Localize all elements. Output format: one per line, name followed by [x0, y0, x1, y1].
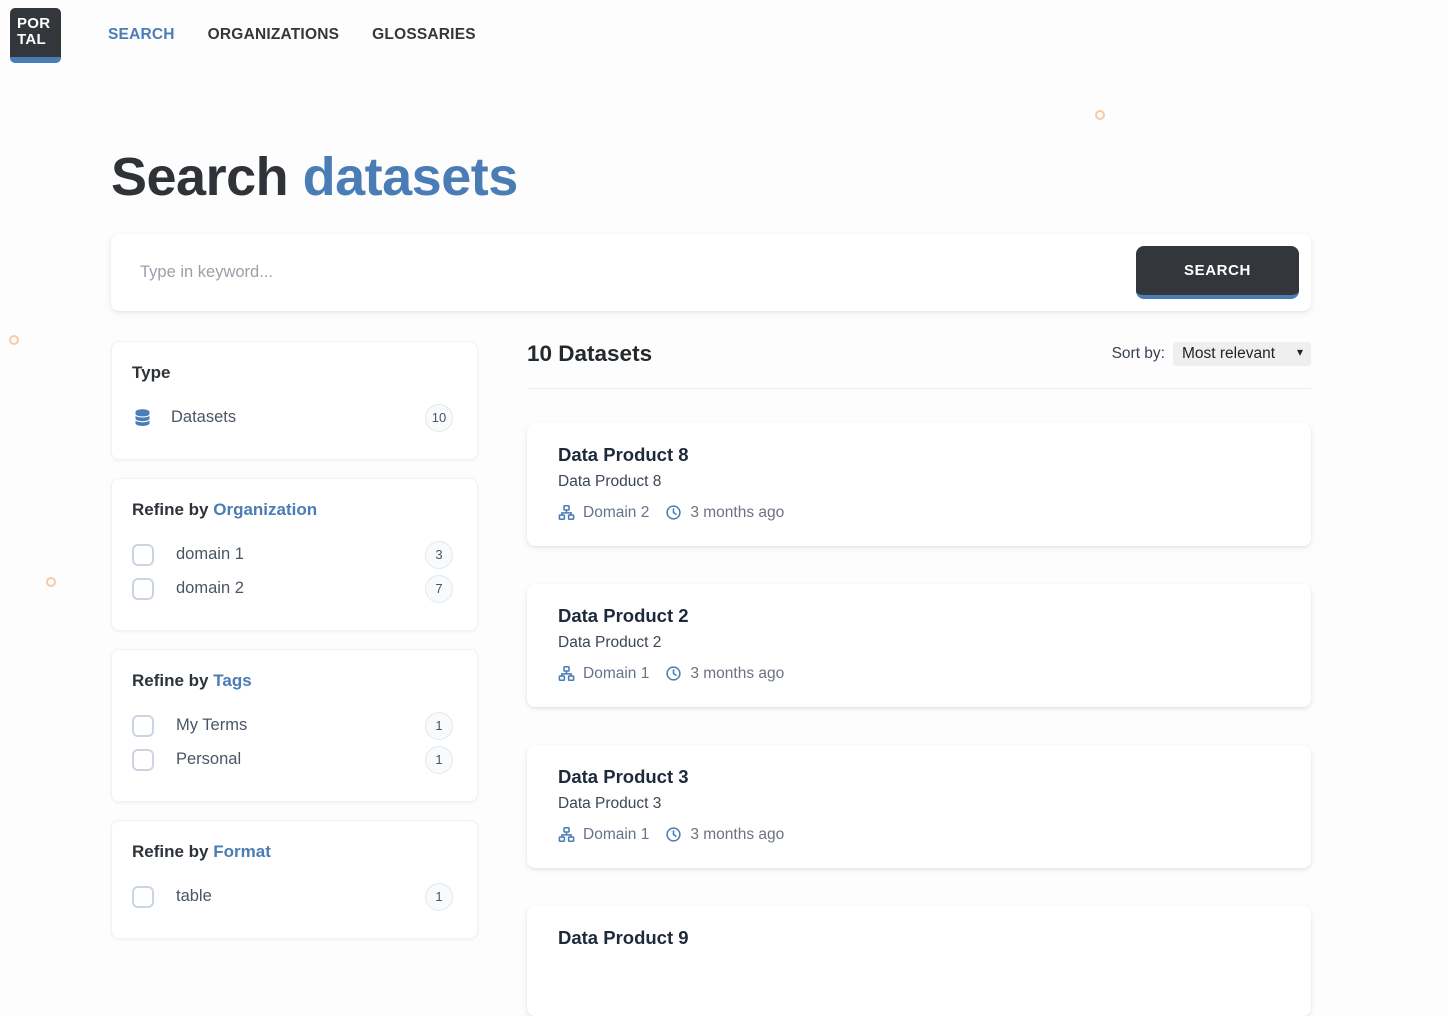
sitemap-icon	[558, 504, 575, 521]
sort-select[interactable]: Most relevant	[1173, 342, 1311, 366]
page-title-highlight: datasets	[303, 147, 518, 207]
facet-option-count: 3	[425, 541, 453, 569]
clock-icon	[665, 504, 682, 521]
result-card-data-product-9[interactable]: Data Product 9	[527, 906, 1311, 1016]
facet-checkbox[interactable]	[132, 886, 154, 908]
tags-facet-card: Refine by Tags My Terms 1 Personal 1	[111, 649, 478, 802]
result-title[interactable]: Data Product 9	[558, 927, 1280, 949]
page-title: Search datasets	[111, 146, 1311, 208]
facet-title-highlight: Format	[213, 842, 271, 861]
facet-option-label: My Terms	[176, 716, 247, 735]
results-divider	[527, 388, 1311, 389]
facet-option-label: domain 1	[176, 545, 244, 564]
nav-item-organizations[interactable]: ORGANIZATIONS	[208, 26, 339, 44]
database-icon	[132, 407, 153, 429]
result-title[interactable]: Data Product 3	[558, 766, 1280, 788]
result-domain[interactable]: Domain 2	[583, 504, 649, 522]
nav-item-glossaries[interactable]: GLOSSARIES	[372, 26, 476, 44]
type-option-datasets[interactable]: Datasets 10	[132, 401, 453, 435]
main-nav: SEARCH ORGANIZATIONS GLOSSARIES	[108, 8, 476, 44]
facet-option-label: domain 2	[176, 579, 244, 598]
facet-option-table[interactable]: table 1	[132, 880, 453, 914]
result-domain[interactable]: Domain 1	[583, 665, 649, 683]
facet-title-highlight: Organization	[213, 500, 317, 519]
organization-facet-title: Refine by Organization	[132, 500, 453, 520]
facet-checkbox[interactable]	[132, 749, 154, 771]
clock-icon	[665, 665, 682, 682]
decorative-ring	[9, 335, 19, 345]
tags-facet-title: Refine by Tags	[132, 671, 453, 691]
result-title[interactable]: Data Product 8	[558, 444, 1280, 466]
facet-option-my-terms[interactable]: My Terms 1	[132, 709, 453, 743]
type-option-label: Datasets	[171, 408, 236, 427]
app-logo-line2: TAL	[17, 32, 61, 48]
result-updated: 3 months ago	[690, 665, 784, 683]
decorative-ring	[46, 577, 56, 587]
top-nav: POR TAL SEARCH ORGANIZATIONS GLOSSARIES	[0, 0, 1448, 63]
facet-option-count: 7	[425, 575, 453, 603]
facet-option-count: 1	[425, 746, 453, 774]
format-facet-title: Refine by Format	[132, 842, 453, 862]
result-card-data-product-3[interactable]: Data Product 3 Data Product 3 Domain 1 3…	[527, 745, 1311, 868]
facet-option-personal[interactable]: Personal 1	[132, 743, 453, 777]
type-facet-title: Type	[132, 363, 453, 383]
page-title-prefix: Search	[111, 147, 303, 207]
result-updated: 3 months ago	[690, 826, 784, 844]
result-subtitle: Data Product 2	[558, 634, 1280, 652]
facet-option-domain-1[interactable]: domain 1 3	[132, 538, 453, 572]
result-title[interactable]: Data Product 2	[558, 605, 1280, 627]
facet-title-prefix: Refine by	[132, 671, 213, 690]
facet-option-label: table	[176, 887, 212, 906]
facet-option-label: Personal	[176, 750, 241, 769]
app-logo[interactable]: POR TAL	[10, 8, 61, 63]
result-updated: 3 months ago	[690, 504, 784, 522]
facet-option-count: 1	[425, 883, 453, 911]
type-facet-card: Type Datasets 10	[111, 341, 478, 460]
results-count-heading: 10 Datasets	[527, 341, 652, 367]
format-facet-card: Refine by Format table 1	[111, 820, 478, 939]
result-card-data-product-2[interactable]: Data Product 2 Data Product 2 Domain 1 3…	[527, 584, 1311, 707]
nav-item-search[interactable]: SEARCH	[108, 26, 175, 44]
sitemap-icon	[558, 665, 575, 682]
result-subtitle: Data Product 3	[558, 795, 1280, 813]
sitemap-icon	[558, 826, 575, 843]
sort-by-label: Sort by:	[1112, 345, 1165, 363]
result-card-data-product-8[interactable]: Data Product 8 Data Product 8 Domain 2 3…	[527, 423, 1311, 546]
search-button[interactable]: SEARCH	[1136, 246, 1299, 299]
organization-facet-card: Refine by Organization domain 1 3 domain…	[111, 478, 478, 631]
facet-checkbox[interactable]	[132, 715, 154, 737]
facet-checkbox[interactable]	[132, 578, 154, 600]
clock-icon	[665, 826, 682, 843]
result-subtitle: Data Product 8	[558, 473, 1280, 491]
type-option-count: 10	[425, 404, 453, 432]
facet-checkbox[interactable]	[132, 544, 154, 566]
filters-sidebar: Type Datasets 10 Refine by Organization …	[111, 341, 478, 1016]
search-bar: SEARCH	[111, 234, 1311, 311]
facet-option-count: 1	[425, 712, 453, 740]
app-logo-line1: POR	[17, 16, 61, 32]
facet-option-domain-2[interactable]: domain 2 7	[132, 572, 453, 606]
facet-title-prefix: Refine by	[132, 842, 213, 861]
decorative-ring	[1095, 110, 1105, 120]
result-domain[interactable]: Domain 1	[583, 826, 649, 844]
results-panel: 10 Datasets Sort by: Most relevant ▾ Dat…	[527, 341, 1311, 1016]
facet-title-prefix: Refine by	[132, 500, 213, 519]
facet-title-highlight: Tags	[213, 671, 251, 690]
search-input[interactable]	[140, 263, 1136, 282]
